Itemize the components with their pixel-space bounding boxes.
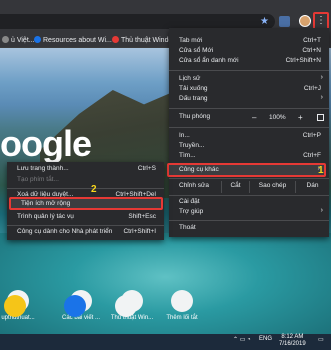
menu-divider [169, 195, 329, 196]
copy-button[interactable]: Sao chép [249, 181, 295, 193]
chevron-right-icon: › [320, 94, 323, 101]
shortcut-icon [4, 295, 26, 317]
menu-item-downloads[interactable]: Tải xuống Ctrl+J [169, 85, 329, 95]
bookmark-item[interactable]: ủ Việt... [2, 36, 35, 44]
submenu-item-save-page[interactable]: Lưu trang thành... Ctrl+S [7, 165, 164, 175]
fullscreen-icon[interactable] [317, 114, 324, 121]
shortcut-icon [64, 295, 86, 317]
bookmark-item[interactable]: Resources about Wi... [34, 36, 112, 44]
menu-item-print[interactable]: In... Ctrl+P [169, 132, 329, 142]
notification-icon[interactable]: ▭ [318, 336, 324, 343]
bookmark-item[interactable]: Thủ thuật Windo [112, 36, 172, 44]
menu-item-history[interactable]: Lịch sử › [169, 74, 329, 85]
tray-icons[interactable]: ⌃ ▭ ◔ [233, 336, 251, 343]
menu-item-more-tools[interactable]: Công cụ khác › [167, 163, 326, 177]
edit-row: Chỉnh sửa Cắt Sao chép Dán [169, 181, 329, 193]
menu-divider [169, 70, 329, 71]
extension-icon[interactable] [279, 16, 290, 27]
menu-item-find[interactable]: Tìm... Ctrl+F [169, 152, 329, 162]
windows-taskbar: ⌃ ▭ ◔ ENG 8:12 AM 7/16/2019 ▭ [0, 334, 331, 350]
paste-button[interactable]: Dán [295, 181, 329, 193]
language-indicator[interactable]: ENG [259, 336, 272, 342]
plus-icon [115, 295, 137, 317]
menu-item-new-tab[interactable]: Tab mới Ctrl+T [169, 37, 329, 47]
menu-item-incognito[interactable]: Cửa sổ ẩn danh mới Ctrl+Shift+N [169, 57, 329, 67]
chevron-right-icon: › [320, 207, 323, 214]
menu-item-new-window[interactable]: Cửa sổ Mới Ctrl+N [169, 47, 329, 57]
shortcut-tile[interactable] [4, 295, 26, 320]
shortcut-tile[interactable] [64, 295, 86, 320]
clock[interactable]: 8:12 AM 7/16/2019 [279, 334, 306, 348]
zoom-level: 100% [269, 114, 286, 121]
menu-item-bookmarks[interactable]: Dấu trang › [169, 94, 329, 105]
menu-divider [169, 127, 329, 128]
submenu-item-devtools[interactable]: Công cụ dành cho Nhà phát triển Ctrl+Shif… [7, 228, 164, 238]
add-shortcut-icon [171, 290, 193, 312]
cut-button[interactable]: Cắt [221, 181, 249, 193]
menu-divider [169, 178, 329, 179]
submenu-item-create-shortcut: Tạo phím tắt... [17, 176, 59, 183]
menu-divider [169, 108, 329, 109]
bookmark-favicon-icon [2, 36, 9, 43]
step-badge-2: 2 [91, 184, 97, 195]
chevron-right-icon: › [320, 74, 323, 81]
profile-avatar[interactable] [299, 15, 311, 27]
menu-divider [169, 220, 329, 221]
add-shortcut-tile[interactable] [115, 295, 137, 320]
add-shortcut-tile[interactable]: Thêm lối tắt [160, 290, 204, 321]
menu-divider [7, 225, 164, 226]
menu-item-exit[interactable]: Thoát [169, 224, 329, 234]
menu-item-settings[interactable]: Cài đặt [169, 198, 329, 208]
zoom-in-button[interactable]: + [298, 113, 303, 122]
zoom-out-button[interactable]: – [252, 113, 256, 122]
menu-item-cast[interactable]: Truyền... [169, 142, 329, 152]
zoom-row: Thu phóng – 100% + [169, 113, 329, 125]
menu-item-help[interactable]: Trợ giúp › [169, 207, 329, 218]
bookmark-favicon-icon [112, 36, 119, 43]
google-logo: oogle [0, 123, 92, 164]
step-badge-1: 1 [318, 165, 324, 176]
bookmark-star-icon[interactable]: ★ [260, 16, 269, 27]
submenu-item-extensions[interactable]: Tiện ích mở rộng [9, 197, 163, 210]
submenu-item-task-manager[interactable]: Trình quản lý tác vụ Shift+Esc [7, 213, 164, 223]
bookmark-favicon-icon [34, 36, 41, 43]
menu-bottom-section: Chỉnh sửa Cắt Sao chép Dán Cài đặt Trợ g… [169, 178, 329, 237]
address-bar[interactable] [0, 14, 275, 29]
menu-divider [7, 188, 164, 189]
